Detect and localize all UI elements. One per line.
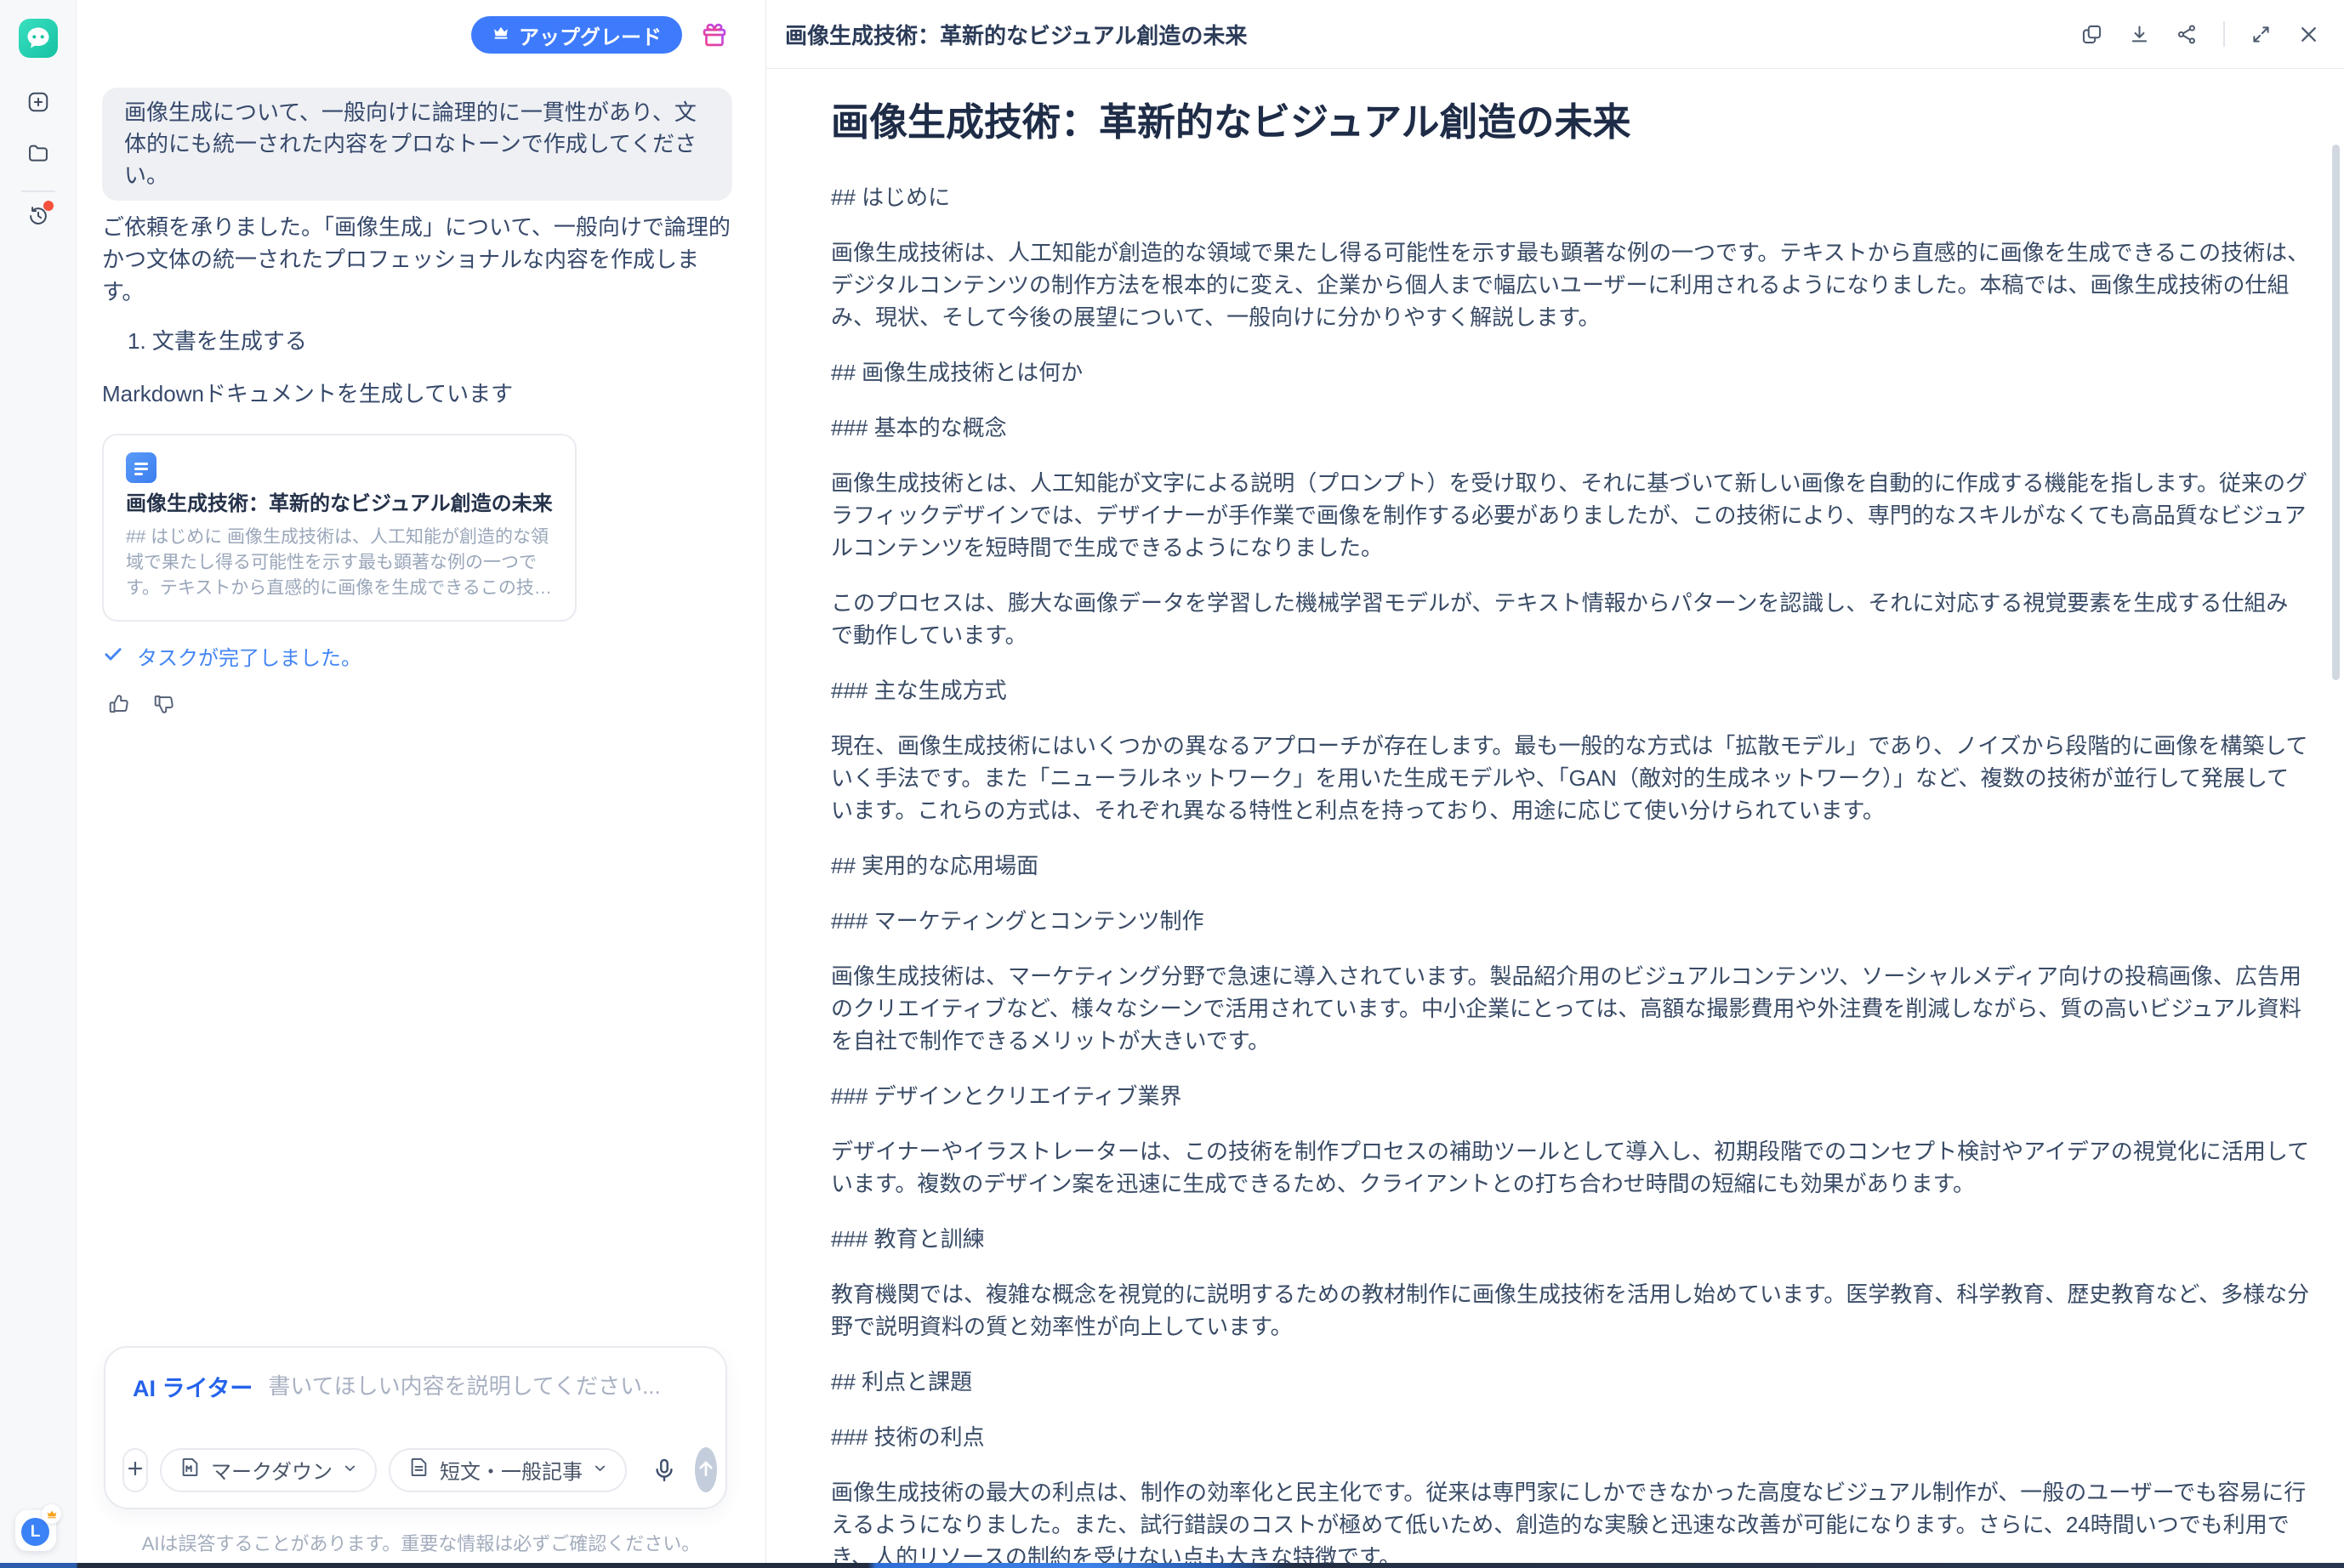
folder-icon bbox=[26, 141, 50, 165]
history-button[interactable] bbox=[26, 204, 50, 228]
document-paragraph: 教育機関では、複雑な概念を視覚的に説明するための教材制作に画像生成技術を活用し始… bbox=[831, 1278, 2310, 1343]
document-paragraph: 画像生成技術とは、人工知能が文字による説明（プロンプト）を受け取り、それに基づい… bbox=[831, 467, 2310, 564]
thumbs-up-icon bbox=[107, 692, 133, 716]
document-paragraph: ## はじめに bbox=[831, 181, 2310, 213]
generating-note: Markdownドキュメントを生成しています bbox=[102, 379, 732, 408]
thumbs-up-button[interactable] bbox=[107, 691, 133, 717]
bottom-edge-strip bbox=[0, 1563, 2344, 1568]
document-paragraph: このプロセスは、膨大な画像データを学習した機械学習モデルが、テキスト情報からパタ… bbox=[831, 587, 2310, 651]
assistant-intro-text: ご依頼を承りました。「画像生成」について、一般向けで論理的かつ文体の統一されたプ… bbox=[102, 211, 732, 308]
document-panel-header: 画像生成技術：革新的なビジュアル創造の未来 bbox=[766, 0, 2344, 69]
document-paragraph: 画像生成技術は、人工知能が創造的な領域で果たし得る可能性を示す最も顕著な例の一つ… bbox=[831, 236, 2310, 333]
document-paragraph: ### 主な生成方式 bbox=[831, 674, 2310, 707]
app-root: L アップグレード bbox=[0, 0, 2344, 1568]
plus-square-icon bbox=[26, 90, 50, 114]
document-paragraph: ## 利点と課題 bbox=[831, 1366, 2310, 1398]
toolbar-divider bbox=[2223, 21, 2225, 47]
plus-icon bbox=[124, 1457, 146, 1482]
notification-dot bbox=[43, 201, 54, 211]
premium-crown-icon bbox=[42, 1504, 61, 1524]
download-icon bbox=[2128, 23, 2151, 46]
crown-icon bbox=[492, 23, 510, 48]
document-card[interactable]: 画像生成技術：革新的なビジュアル創造の未来 ## はじめに 画像生成技術は、人工… bbox=[102, 434, 577, 622]
nav-rail: L bbox=[0, 0, 77, 1568]
assistant-step-item: 1. 文書を生成する bbox=[128, 327, 732, 355]
document-paragraph: ### マーケティングとコンテンツ制作 bbox=[831, 905, 2310, 937]
document-paragraph: 画像生成技術は、マーケティング分野で急速に導入されています。製品紹介用のビジュア… bbox=[831, 960, 2310, 1057]
markdown-file-icon bbox=[179, 1456, 202, 1485]
document-icon bbox=[407, 1456, 430, 1485]
chevron-down-icon bbox=[342, 1458, 358, 1482]
chat-column: アップグレード bbox=[77, 0, 765, 1568]
thumbs-down-icon bbox=[152, 692, 178, 716]
task-status-row: タスクが完了しました。 bbox=[102, 641, 732, 671]
document-card-title: 画像生成技術：革新的なビジュアル創造の未来 bbox=[126, 491, 553, 518]
composer-toolbar: マークダウン 短文・一般記事 bbox=[122, 1447, 710, 1492]
document-toolbar bbox=[2080, 21, 2320, 47]
document-paragraph: ### デザインとクリエイティブ業界 bbox=[831, 1080, 2310, 1112]
document-panel: 画像生成技術：革新的なビジュアル創造の未来 bbox=[765, 0, 2344, 1568]
user-avatar[interactable]: L bbox=[15, 1510, 56, 1551]
rail-divider bbox=[21, 190, 55, 192]
download-button[interactable] bbox=[2128, 23, 2151, 46]
thumbs-down-button[interactable] bbox=[152, 691, 178, 717]
voice-input-button[interactable] bbox=[651, 1455, 678, 1486]
document-paragraph: デザイナーやイラストレーターは、この技術を制作プロセスの補助ツールとして導入し、… bbox=[831, 1135, 2310, 1200]
document-paragraph: ## 画像生成技術とは何か bbox=[831, 356, 2310, 389]
arrow-up-icon bbox=[695, 1457, 717, 1482]
microphone-icon bbox=[651, 1457, 678, 1484]
assistant-message: ご依頼を承りました。「画像生成」について、一般向けで論理的かつ文体の統一されたプ… bbox=[102, 211, 732, 717]
task-status-text: タスクが完了しました。 bbox=[137, 641, 361, 671]
upgrade-button[interactable]: アップグレード bbox=[471, 16, 682, 54]
document-paragraph: 画像生成技術の最大の利点は、制作の効率化と民主化です。従来は専門家にしかできなか… bbox=[831, 1476, 2310, 1568]
send-button[interactable] bbox=[695, 1447, 717, 1492]
document-title: 画像生成技術：革新的なビジュアル創造の未来 bbox=[831, 98, 2310, 147]
share-icon bbox=[2176, 23, 2199, 46]
document-paragraph: ### 技術の利点 bbox=[831, 1421, 2310, 1453]
copy-icon bbox=[2080, 23, 2103, 46]
scrollbar-thumb[interactable] bbox=[2332, 145, 2340, 680]
rewards-button[interactable] bbox=[700, 20, 731, 50]
feedback-row bbox=[107, 691, 732, 717]
close-button[interactable] bbox=[2297, 23, 2320, 46]
composer-brand-label: AI ライター bbox=[133, 1370, 253, 1403]
composer-input[interactable] bbox=[268, 1373, 698, 1400]
document-body: 画像生成技術：革新的なビジュアル創造の未来 ## はじめに画像生成技術は、人工知… bbox=[766, 69, 2344, 1568]
article-type-dropdown[interactable]: 短文・一般記事 bbox=[389, 1448, 627, 1492]
document-paragraph: ### 教育と訓練 bbox=[831, 1223, 2310, 1255]
share-button[interactable] bbox=[2176, 23, 2199, 46]
files-button[interactable] bbox=[26, 141, 50, 165]
attach-button[interactable] bbox=[122, 1448, 148, 1492]
document-card-preview: ## はじめに 画像生成技術は、人工知能が創造的な領域で果たし得る可能性を示す最… bbox=[126, 525, 553, 601]
document-paragraph: ### 基本的な概念 bbox=[831, 412, 2310, 444]
composer-input-row: AI ライター bbox=[105, 1348, 725, 1403]
article-type-label: 短文・一般記事 bbox=[440, 1455, 583, 1485]
document-content: ## はじめに画像生成技術は、人工知能が創造的な領域で果たし得る可能性を示す最も… bbox=[831, 181, 2310, 1568]
document-file-icon bbox=[126, 452, 156, 483]
gift-icon bbox=[700, 20, 731, 49]
chevron-down-icon bbox=[592, 1458, 608, 1482]
user-message-bubble: 画像生成について、一般向けに論理的に一貫性があり、文体的にも統一された内容をプロ… bbox=[102, 88, 732, 201]
new-chat-button[interactable] bbox=[26, 90, 50, 114]
format-dropdown[interactable]: マークダウン bbox=[160, 1448, 377, 1492]
app-logo-icon[interactable] bbox=[19, 19, 58, 58]
upgrade-label: アップグレード bbox=[519, 20, 662, 50]
document-panel-title: 画像生成技術：革新的なビジュアル創造の未来 bbox=[785, 19, 2080, 50]
copy-button[interactable] bbox=[2080, 23, 2103, 46]
format-dropdown-label: マークダウン bbox=[211, 1455, 333, 1485]
composer: AI ライター bbox=[104, 1346, 727, 1509]
document-paragraph: ## 実用的な応用場面 bbox=[831, 849, 2310, 882]
ai-disclaimer: AIは誤答することがあります。重要な情報は必ずご確認ください。 bbox=[77, 1529, 765, 1556]
expand-icon bbox=[2250, 23, 2273, 46]
expand-button[interactable] bbox=[2250, 23, 2273, 46]
chat-toolbar: アップグレード bbox=[471, 16, 731, 54]
close-icon bbox=[2297, 23, 2320, 46]
check-icon bbox=[102, 643, 124, 669]
document-paragraph: 現在、画像生成技術にはいくつかの異なるアプローチが存在します。最も一般的な方式は… bbox=[831, 730, 2310, 827]
